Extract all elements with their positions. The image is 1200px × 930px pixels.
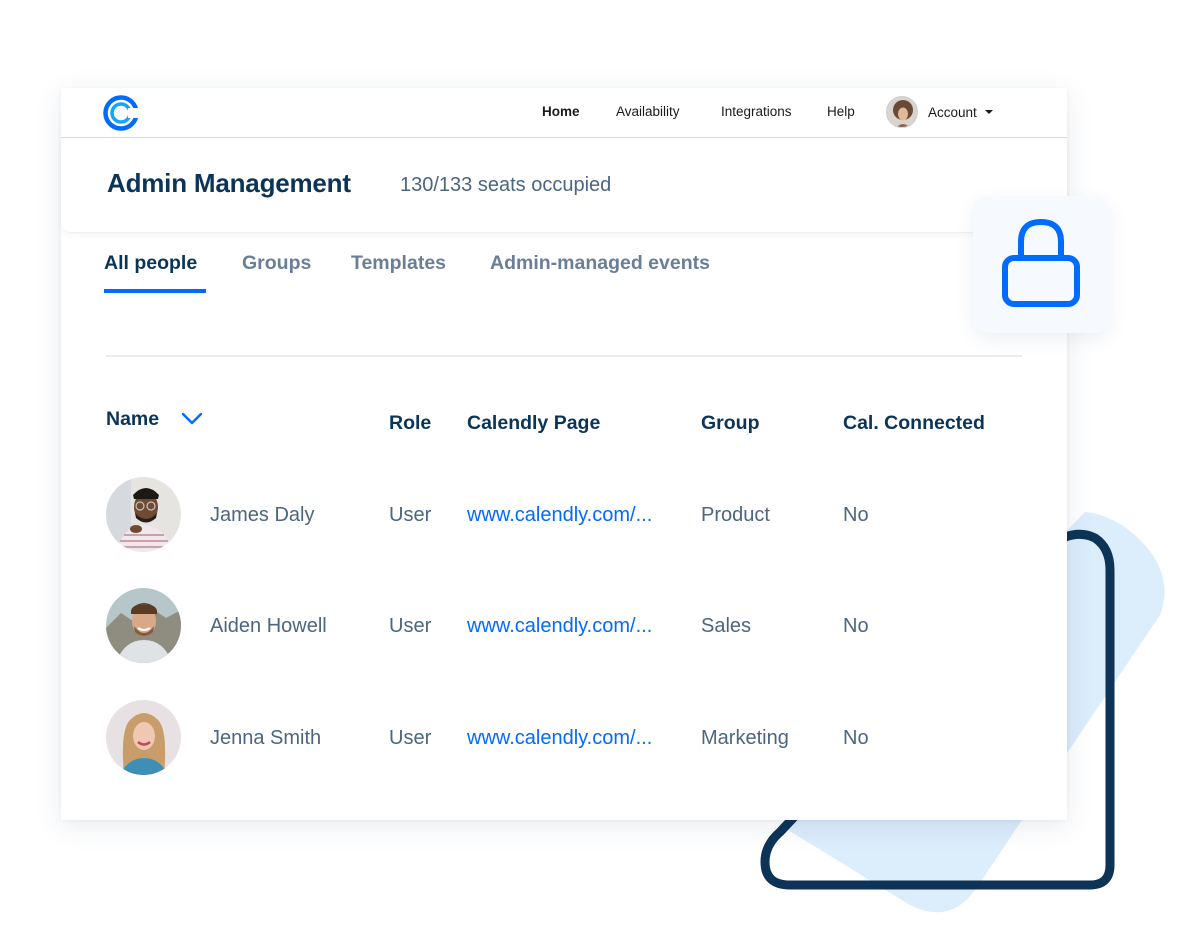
calendly-logo-icon[interactable] [102, 94, 140, 132]
table-row: Aiden Howell User www.calendly.com/... S… [61, 588, 1067, 668]
account-avatar [886, 96, 918, 128]
column-header-group: Group [701, 412, 760, 434]
page-title: Admin Management [107, 168, 351, 198]
avatar [106, 477, 181, 552]
caret-down-icon [984, 110, 993, 114]
nav-integrations[interactable]: Integrations [721, 104, 792, 119]
person-group: Product [701, 504, 770, 526]
table-row: James Daly User www.calendly.com/... Pro… [61, 477, 1067, 557]
nav-home[interactable]: Home [542, 104, 580, 119]
tab-templates[interactable]: Templates [351, 252, 446, 275]
avatar [106, 588, 181, 663]
cal-connected-status: No [843, 615, 869, 637]
chevron-down-icon[interactable] [180, 410, 204, 428]
person-group: Marketing [701, 727, 789, 749]
person-group: Sales [701, 615, 752, 637]
calendly-page-link[interactable]: www.calendly.com/... [467, 727, 652, 750]
calendly-page-link[interactable]: www.calendly.com/... [467, 615, 652, 638]
person-role: User [389, 615, 432, 637]
account-label: Account [928, 104, 977, 120]
table-row: Jenna Smith User www.calendly.com/... Ma… [61, 700, 1067, 780]
person-role: User [389, 504, 432, 526]
section-divider [106, 355, 1022, 357]
tab-groups[interactable]: Groups [242, 252, 311, 275]
active-tab-indicator [104, 289, 206, 293]
nav-help[interactable]: Help [827, 104, 855, 119]
person-name: James Daly [210, 504, 315, 526]
page-header: Admin Management 130/133 seats occupied [61, 139, 1067, 233]
person-role: User [389, 727, 432, 749]
nav-availability[interactable]: Availability [616, 104, 680, 119]
person-name: Aiden Howell [210, 615, 327, 637]
lock-badge [973, 196, 1110, 333]
column-header-cal-connected: Cal. Connected [843, 412, 985, 434]
column-header-calendly-page: Calendly Page [467, 412, 601, 434]
cal-connected-status: No [843, 727, 869, 749]
cal-connected-status: No [843, 504, 869, 526]
top-navigation: Home Availability Integrations Help Acco… [61, 88, 1067, 138]
admin-management-card: Home Availability Integrations Help Acco… [61, 88, 1067, 820]
account-menu[interactable]: Account [886, 96, 993, 128]
person-name: Jenna Smith [210, 727, 322, 749]
tab-admin-managed-events[interactable]: Admin-managed events [490, 252, 710, 275]
calendly-page-link[interactable]: www.calendly.com/... [467, 504, 652, 527]
column-header-role: Role [389, 412, 432, 434]
seats-occupied-count: 130/133 seats occupied [400, 174, 612, 196]
lock-icon [1002, 218, 1080, 307]
tab-all-people[interactable]: All people [104, 252, 197, 275]
avatar [106, 700, 181, 775]
column-header-name[interactable]: Name [106, 408, 159, 431]
